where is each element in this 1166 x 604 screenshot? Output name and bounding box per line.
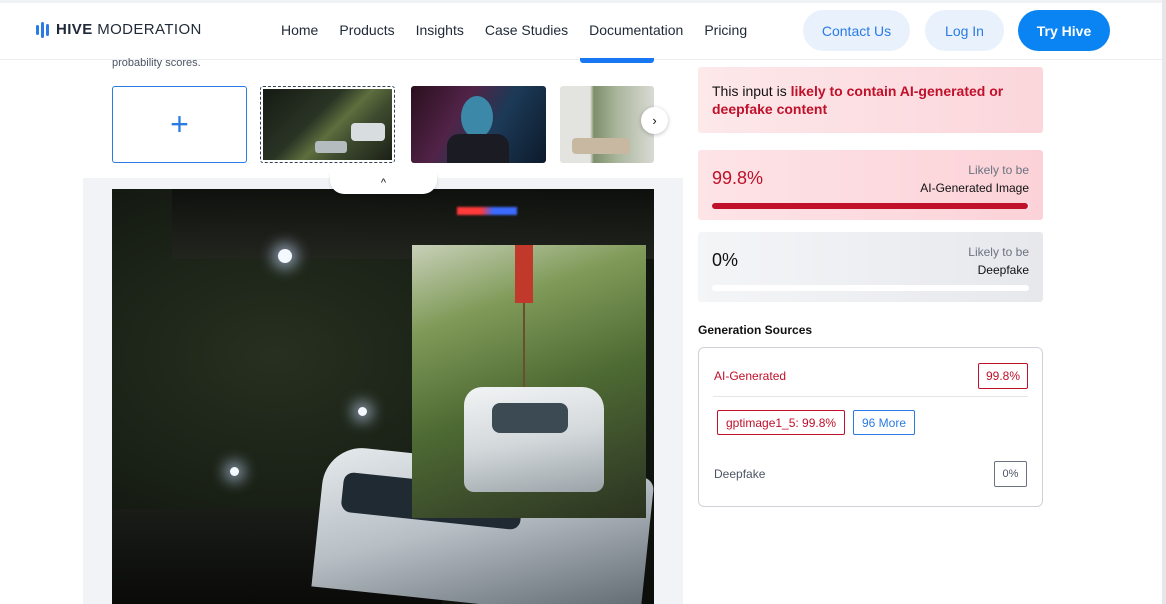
upload-image-button[interactable]: + xyxy=(112,86,247,163)
source-deepfake-score: 0% xyxy=(994,461,1027,487)
deepfake-label-bottom: Deepfake xyxy=(977,263,1029,277)
thumbnail-selected[interactable] xyxy=(260,86,395,163)
model-score-chip: gptimage1_5: 99.8% xyxy=(717,410,846,435)
ai-label-bottom: AI-Generated Image xyxy=(920,181,1029,195)
ai-label-top: Likely to be xyxy=(968,163,1029,177)
submit-button-edge[interactable] xyxy=(580,58,654,63)
chevron-up-icon[interactable]: ^ xyxy=(330,172,437,194)
sample-thumbnails: + xyxy=(112,86,654,163)
try-hive-button[interactable]: Try Hive xyxy=(1018,10,1110,51)
image-van-windshield xyxy=(492,403,568,433)
hive-logo[interactable]: HIVE MODERATION xyxy=(36,21,202,38)
more-sources-button[interactable]: 96 More xyxy=(853,410,916,435)
page: HIVE MODERATION Home Products Insights C… xyxy=(0,0,1166,604)
thumbnail-image xyxy=(263,89,392,160)
ai-score-value: 99.8% xyxy=(712,168,764,188)
deepfake-score-value: 0% xyxy=(712,250,739,270)
image-light xyxy=(230,467,239,476)
nav-insights[interactable]: Insights xyxy=(416,22,464,38)
scrollbar[interactable] xyxy=(1162,0,1166,604)
generation-sources-title: Generation Sources xyxy=(698,323,813,337)
brand-name: HIVE MODERATION xyxy=(56,21,202,38)
image-light xyxy=(278,249,292,263)
log-in-button[interactable]: Log In xyxy=(925,10,1004,51)
result-message-prefix: This input is xyxy=(712,83,791,99)
chevron-right-icon[interactable]: › xyxy=(641,107,668,134)
generation-sources-card: AI-Generated 99.8% gptimage1_5: 99.8% 96… xyxy=(698,347,1043,507)
source-ai-generated-label: AI-Generated xyxy=(714,369,787,383)
source-deepfake-label: Deepfake xyxy=(714,467,766,481)
image-crane-hook xyxy=(515,245,533,303)
thumbnail-bus xyxy=(315,141,347,153)
main-nav: Home Products Insights Case Studies Docu… xyxy=(281,22,747,38)
thumbnail-van xyxy=(351,123,385,141)
image-light xyxy=(358,407,367,416)
divider xyxy=(713,396,1028,397)
nav-case-studies[interactable]: Case Studies xyxy=(485,22,568,38)
image-crane-line xyxy=(523,303,525,393)
source-ai-generated-score: 99.8% xyxy=(978,363,1028,389)
thumbnail-portrait[interactable] xyxy=(411,86,546,163)
browser-edge xyxy=(0,0,1166,3)
nav-products[interactable]: Products xyxy=(339,22,394,38)
deepfake-score-bar xyxy=(712,285,1029,291)
deepfake-label-top: Likely to be xyxy=(968,245,1029,259)
ai-score-bar-fill xyxy=(712,203,1029,209)
top-navbar: HIVE MODERATION Home Products Insights C… xyxy=(0,0,1166,60)
deepfake-score-label: Likely to be Deepfake xyxy=(968,243,1029,279)
plus-icon: + xyxy=(170,106,189,142)
contact-us-button[interactable]: Contact Us xyxy=(803,10,910,51)
thumbnail-face xyxy=(461,96,493,138)
ai-score-bar xyxy=(712,203,1029,209)
hive-logo-icon xyxy=(36,21,49,38)
thumbnail-interior[interactable] xyxy=(560,86,654,163)
image-inset-photo xyxy=(412,245,646,518)
analyzed-image xyxy=(112,189,654,604)
thumbnail-sofa xyxy=(572,138,630,154)
result-message: This input is likely to contain AI-gener… xyxy=(698,67,1043,133)
nav-documentation[interactable]: Documentation xyxy=(589,22,683,38)
deepfake-score-card: 0% Likely to be Deepfake xyxy=(698,232,1043,302)
ai-score-label: Likely to be AI-Generated Image xyxy=(920,161,1029,197)
nav-home[interactable]: Home xyxy=(281,22,318,38)
ai-generated-score-card: 99.8% Likely to be AI-Generated Image xyxy=(698,150,1043,220)
image-police-lights xyxy=(457,207,517,215)
nav-pricing[interactable]: Pricing xyxy=(704,22,747,38)
thumbnail-figure xyxy=(447,134,509,163)
probability-description: probability scores. xyxy=(112,57,201,69)
